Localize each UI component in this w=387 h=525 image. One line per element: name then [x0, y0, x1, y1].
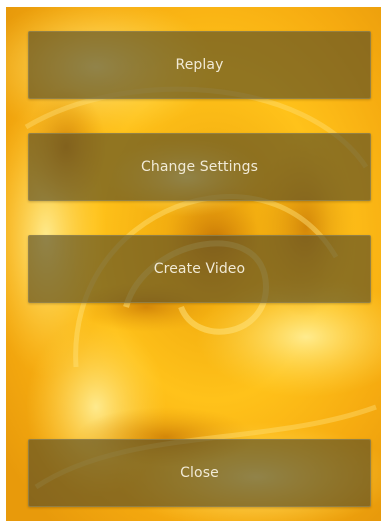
close-button-label: Close: [180, 465, 219, 481]
replay-button[interactable]: Replay: [28, 31, 371, 99]
create-video-button-label: Create Video: [153, 261, 246, 277]
change-settings-button[interactable]: Change Settings: [28, 133, 371, 201]
menu-window: Replay Change Settings Create Video Clos…: [6, 7, 381, 521]
close-button[interactable]: Close: [28, 439, 371, 507]
replay-button-label: Replay: [175, 57, 224, 73]
create-video-button[interactable]: Create Video: [28, 235, 371, 303]
change-settings-button-label: Change Settings: [141, 159, 258, 175]
